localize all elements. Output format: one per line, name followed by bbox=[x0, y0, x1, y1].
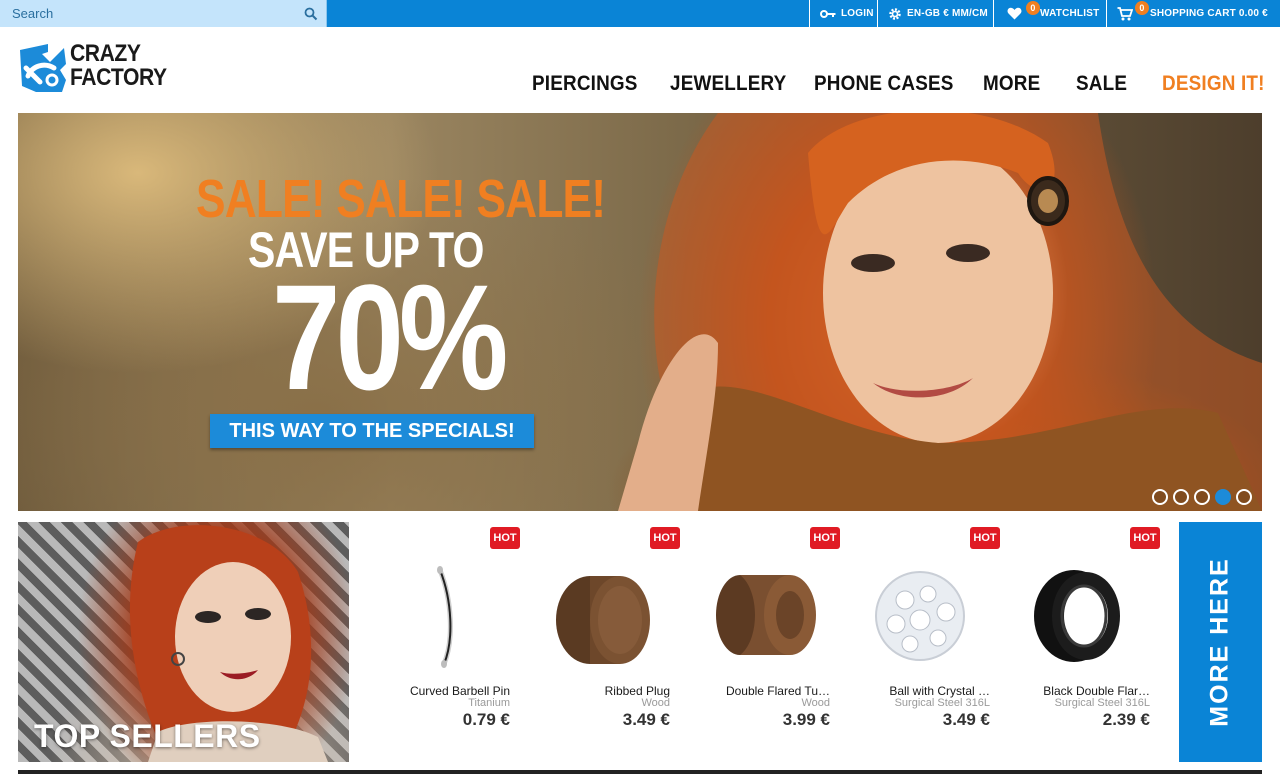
nav-piercings[interactable]: PIERCINGS bbox=[532, 72, 638, 102]
hot-badge: HOT bbox=[1130, 527, 1160, 549]
black-tunnel-icon bbox=[1034, 570, 1120, 662]
product-name[interactable]: Ribbed Plug bbox=[530, 684, 670, 698]
nav-more[interactable]: MORE bbox=[983, 72, 1040, 102]
product-price: 0.79 € bbox=[462, 710, 510, 729]
product-price: 2.39 € bbox=[1102, 710, 1150, 729]
carousel-dot-5[interactable] bbox=[1236, 489, 1252, 505]
wood-tunnel-icon bbox=[716, 575, 816, 655]
product-card[interactable]: HOT Black Double Flar… Surgical Steel 31… bbox=[1000, 522, 1160, 762]
watchlist-label: WATCHLIST bbox=[1040, 8, 1100, 19]
product-material: Surgical Steel 316L bbox=[1054, 697, 1150, 709]
carousel-dot-4[interactable] bbox=[1215, 489, 1231, 505]
locale-selector[interactable]: EN-GB € MM/CM bbox=[877, 0, 993, 27]
locale-label: EN-GB € MM/CM bbox=[907, 8, 988, 19]
key-icon bbox=[820, 9, 836, 18]
product-card[interactable]: HOT Double Flared Tu… Wood 3.99 € bbox=[680, 522, 840, 762]
watchlist-count-badge: 0 bbox=[1026, 1, 1040, 15]
nav-phone-cases[interactable]: PHONE CASES bbox=[814, 72, 954, 102]
carousel-dot-3[interactable] bbox=[1194, 489, 1210, 505]
logo-icon bbox=[20, 44, 66, 92]
product-card[interactable]: HOT Ribbed Plug Wood 3.49 € bbox=[520, 522, 680, 762]
specials-button[interactable]: THIS WAY TO THE SPECIALS! bbox=[210, 414, 534, 448]
product-name[interactable]: Curved Barbell Pin bbox=[370, 684, 510, 698]
product-material: Wood bbox=[801, 697, 830, 709]
product-price: 3.49 € bbox=[622, 710, 670, 729]
brand-logo[interactable]: CRAZY FACTORY bbox=[18, 42, 178, 94]
hero-banner[interactable]: SALE! SALE! SALE! SAVE UP TO 70% THIS WA… bbox=[18, 113, 1262, 511]
carousel-dot-2[interactable] bbox=[1173, 489, 1189, 505]
footer-divider bbox=[18, 770, 1262, 774]
product-material: Wood bbox=[641, 697, 670, 709]
search-box[interactable] bbox=[0, 0, 327, 27]
top-sellers-tile[interactable]: TOP SELLERS bbox=[18, 522, 349, 762]
login-label: LOGIN bbox=[841, 8, 874, 19]
hot-badge: HOT bbox=[810, 527, 840, 549]
hot-badge: HOT bbox=[490, 527, 520, 549]
more-here-label: MORE HERE bbox=[1205, 557, 1234, 727]
product-price: 3.99 € bbox=[782, 710, 830, 729]
search-input[interactable] bbox=[0, 0, 300, 27]
login-link[interactable]: LOGIN bbox=[809, 0, 877, 27]
hero-discount: 70% bbox=[272, 253, 508, 421]
top-sellers-label: TOP SELLERS bbox=[34, 718, 261, 754]
hot-badge: HOT bbox=[650, 527, 680, 549]
logo-line-2: FACTORY bbox=[70, 64, 167, 91]
wood-plug-icon bbox=[556, 576, 650, 664]
hot-badge: HOT bbox=[970, 527, 1000, 549]
product-name[interactable]: Black Double Flar… bbox=[1010, 684, 1150, 698]
crystal-ball-icon bbox=[875, 571, 965, 661]
nav-design-it[interactable]: DESIGN IT! bbox=[1162, 72, 1265, 102]
search-icon[interactable] bbox=[304, 7, 318, 21]
carousel-dots bbox=[1152, 489, 1252, 505]
top-bar: LOGIN EN-GB € MM/CM 0 WATCHLIST 0 SHOPPI… bbox=[0, 0, 1280, 27]
product-material: Titanium bbox=[468, 697, 510, 709]
heart-icon bbox=[1007, 7, 1022, 20]
product-name[interactable]: Ball with Crystal … bbox=[850, 684, 990, 698]
logo-line-1: CRAZY bbox=[70, 40, 141, 67]
watchlist-link[interactable]: 0 WATCHLIST bbox=[993, 0, 1106, 27]
shopping-cart-link[interactable]: 0 SHOPPING CART 0.00 € bbox=[1106, 0, 1280, 27]
cart-label: SHOPPING CART 0.00 € bbox=[1150, 8, 1268, 19]
cart-count-badge: 0 bbox=[1135, 1, 1149, 15]
curved-barbell-icon bbox=[437, 566, 453, 668]
product-card[interactable]: HOT Curved Barbell Pin Titanium 0.79 € bbox=[360, 522, 520, 762]
product-material: Surgical Steel 316L bbox=[894, 697, 990, 709]
nav-sale[interactable]: SALE bbox=[1076, 72, 1127, 102]
product-name[interactable]: Double Flared Tu… bbox=[690, 684, 830, 698]
product-price: 3.49 € bbox=[942, 710, 990, 729]
product-card[interactable]: HOT Ball with Crystal … Surgical Steel 3… bbox=[840, 522, 1000, 762]
cart-icon bbox=[1117, 6, 1133, 20]
more-here-button[interactable]: MORE HERE bbox=[1179, 522, 1262, 762]
logo-wordmark: CRAZY FACTORY bbox=[70, 42, 167, 90]
gear-icon bbox=[889, 7, 901, 20]
carousel-dot-1[interactable] bbox=[1152, 489, 1168, 505]
nav-jewellery[interactable]: JEWELLERY bbox=[670, 72, 786, 102]
